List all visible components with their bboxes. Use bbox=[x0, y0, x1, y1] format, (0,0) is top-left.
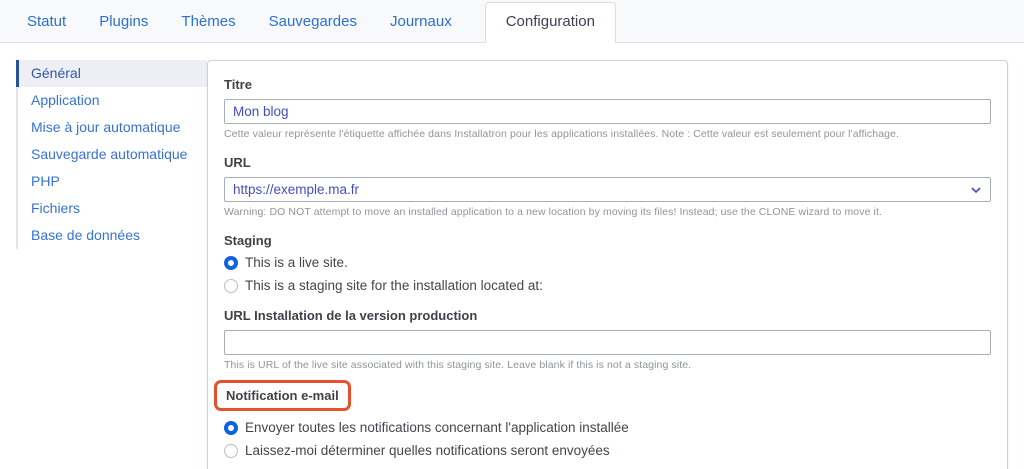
sidebar-item-application[interactable]: Application bbox=[16, 87, 207, 114]
notification-field-group: Notification e-mail Envoyer toutes les n… bbox=[224, 386, 991, 458]
sidebar-item-general[interactable]: Général bbox=[16, 60, 207, 87]
notification-label: Notification e-mail bbox=[226, 388, 339, 403]
tab-plugins[interactable]: Plugins bbox=[99, 3, 148, 42]
radio-unchecked-icon[interactable] bbox=[224, 444, 238, 458]
configuration-panel: Titre Cette valeur représente l'étiquett… bbox=[207, 60, 1008, 469]
sidebar-item-fichiers[interactable]: Fichiers bbox=[16, 195, 207, 222]
production-url-label: URL Installation de la version productio… bbox=[224, 308, 991, 323]
title-label: Titre bbox=[224, 77, 991, 92]
notification-option-custom[interactable]: Laissez-moi déterminer quelles notificat… bbox=[224, 443, 991, 458]
url-field-group: URL https://exemple.ma.fr Warning: DO NO… bbox=[224, 155, 991, 218]
tab-sauvegardes[interactable]: Sauvegardes bbox=[269, 3, 357, 42]
staging-field-group: Staging This is a live site. This is a s… bbox=[224, 233, 991, 293]
sidebar-item-mise-a-jour-automatique[interactable]: Mise à jour automatique bbox=[16, 114, 207, 141]
staging-label: Staging bbox=[224, 233, 991, 248]
title-help-text: Cette valeur représente l'étiquette affi… bbox=[224, 128, 991, 140]
title-input[interactable] bbox=[224, 99, 991, 124]
url-help-text: Warning: DO NOT attempt to move an insta… bbox=[224, 206, 991, 218]
notification-option-all-label: Envoyer toutes les notifications concern… bbox=[245, 420, 629, 435]
tab-themes[interactable]: Thèmes bbox=[181, 3, 235, 42]
url-select[interactable]: https://exemple.ma.fr bbox=[224, 177, 991, 202]
sidebar-item-php[interactable]: PHP bbox=[16, 168, 207, 195]
content-area: Général Application Mise à jour automati… bbox=[0, 43, 1024, 469]
staging-option-live-site-label: This is a live site. bbox=[245, 255, 348, 270]
sidebar: Général Application Mise à jour automati… bbox=[16, 60, 207, 249]
title-field-group: Titre Cette valeur représente l'étiquett… bbox=[224, 77, 991, 140]
notification-option-custom-label: Laissez-moi déterminer quelles notificat… bbox=[245, 443, 610, 458]
sidebar-item-sauvegarde-automatique[interactable]: Sauvegarde automatique bbox=[16, 141, 207, 168]
radio-checked-icon[interactable] bbox=[224, 421, 238, 435]
notification-option-all[interactable]: Envoyer toutes les notifications concern… bbox=[224, 420, 991, 435]
production-url-input[interactable] bbox=[224, 330, 991, 355]
staging-option-staging-site-label: This is a staging site for the installat… bbox=[245, 278, 543, 293]
tab-statut[interactable]: Statut bbox=[27, 3, 66, 42]
staging-option-live-site[interactable]: This is a live site. bbox=[224, 255, 991, 270]
sidebar-item-base-de-donnees[interactable]: Base de données bbox=[16, 222, 207, 249]
production-url-help-text: This is URL of the live site associated … bbox=[224, 359, 991, 371]
notification-label-highlight: Notification e-mail bbox=[214, 380, 351, 411]
radio-unchecked-icon[interactable] bbox=[224, 279, 238, 293]
production-url-field-group: URL Installation de la version productio… bbox=[224, 308, 991, 371]
tab-configuration[interactable]: Configuration bbox=[485, 2, 616, 43]
url-label: URL bbox=[224, 155, 991, 170]
staging-option-staging-site[interactable]: This is a staging site for the installat… bbox=[224, 278, 991, 293]
radio-checked-icon[interactable] bbox=[224, 256, 238, 270]
tab-journaux[interactable]: Journaux bbox=[390, 3, 452, 42]
tab-bar: Statut Plugins Thèmes Sauvegardes Journa… bbox=[0, 0, 1024, 43]
